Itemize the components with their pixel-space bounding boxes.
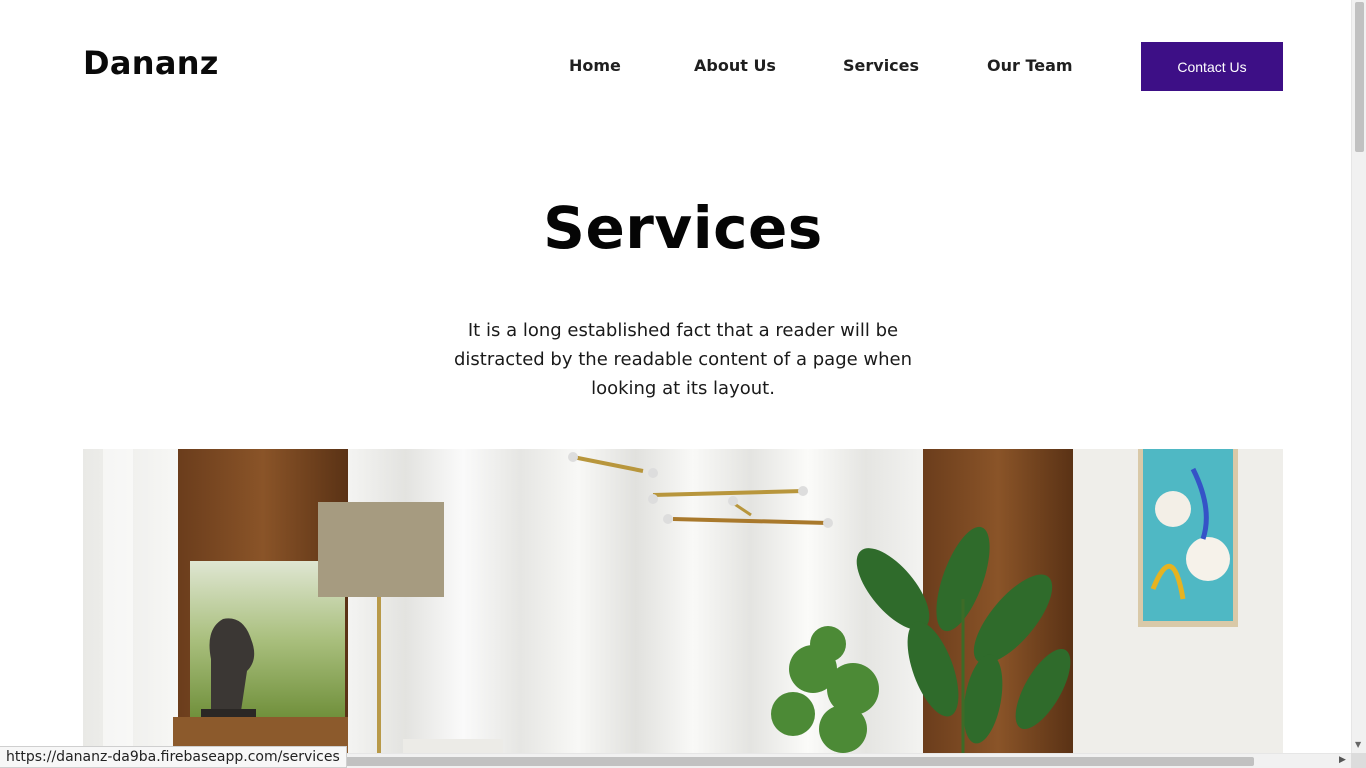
scrollbar-corner [1351, 753, 1366, 768]
site-logo[interactable]: Dananz [83, 44, 219, 82]
contact-us-button[interactable]: Contact Us [1141, 42, 1283, 91]
nav-home[interactable]: Home [569, 56, 621, 75]
interior-illustration [83, 449, 1283, 753]
vertical-scrollbar-thumb[interactable] [1355, 2, 1364, 152]
vertical-scrollbar[interactable]: ▼ [1351, 0, 1366, 753]
hero-description: It is a long established fact that a rea… [453, 320, 913, 399]
nav-services[interactable]: Services [843, 56, 919, 75]
nav-our-team[interactable]: Our Team [987, 56, 1073, 75]
scroll-down-arrow-icon[interactable]: ▼ [1355, 740, 1361, 749]
interior-hero-image [83, 449, 1283, 753]
nav-about-us[interactable]: About Us [694, 56, 776, 75]
horizontal-scrollbar-thumb[interactable] [340, 757, 1254, 766]
status-bar-url: https://dananz-da9ba.firebaseapp.com/ser… [0, 746, 347, 768]
page-title: Services [543, 194, 823, 262]
scroll-right-arrow-icon[interactable]: ▶ [1339, 755, 1346, 765]
page: Dananz Home About Us Services Our Team C… [0, 0, 1351, 753]
